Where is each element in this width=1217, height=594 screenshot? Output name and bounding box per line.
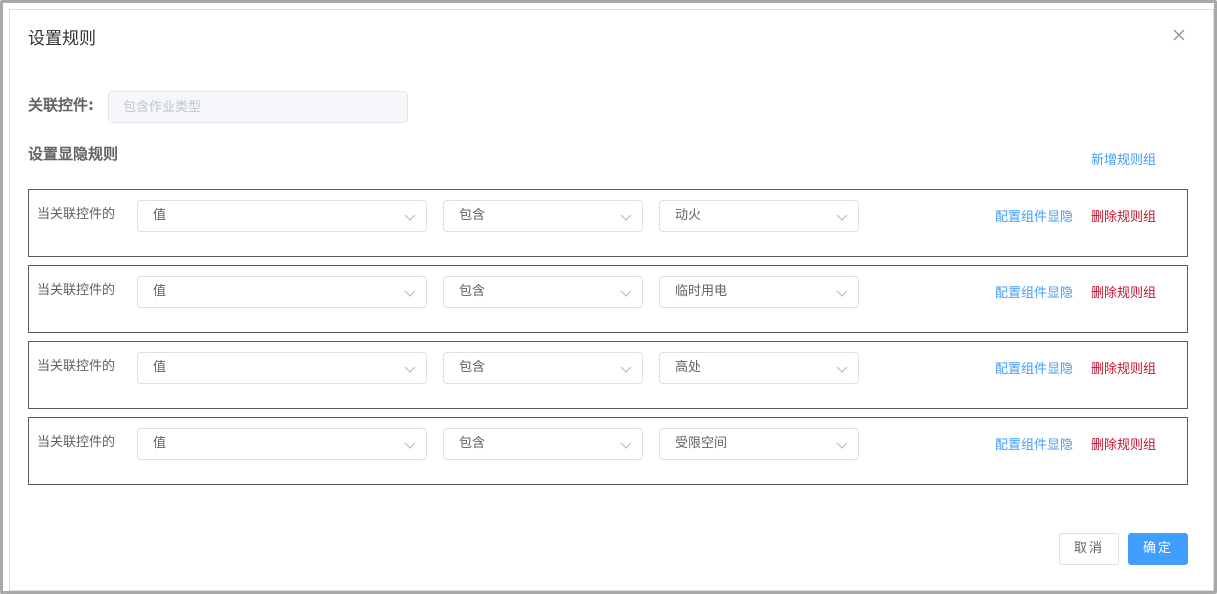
rule-group: 当关联控件的 值 包含 受限空间 配置组件显隐 删除规则组: [28, 417, 1188, 485]
rule-group: 当关联控件的 值 包含 动火 配置组件显隐 删除规则组: [28, 189, 1188, 257]
rules-heading: 设置显隐规则: [28, 145, 119, 163]
operator-select-value: 包含: [459, 360, 486, 375]
operator-select-value: 包含: [459, 284, 486, 299]
chevron-down-icon: [620, 214, 632, 221]
value-select-value: 高处: [675, 360, 702, 375]
delete-rule-group-link[interactable]: 删除规则组: [1091, 437, 1156, 455]
linked-control-label: 关联控件:: [28, 96, 94, 114]
value-select[interactable]: 受限空间: [659, 428, 859, 460]
operator-select-value: 包含: [459, 436, 486, 451]
config-visibility-link[interactable]: 配置组件显隐: [995, 285, 1073, 303]
cancel-button[interactable]: 取消: [1059, 533, 1119, 565]
chevron-down-icon: [836, 442, 848, 449]
operator-select[interactable]: 包含: [443, 276, 643, 308]
delete-rule-group-link[interactable]: 删除规则组: [1091, 361, 1156, 379]
value-select[interactable]: 动火: [659, 200, 859, 232]
dialog-title: 设置规则: [28, 29, 96, 49]
value-select-value: 临时用电: [675, 284, 728, 299]
chevron-down-icon: [404, 366, 416, 373]
operator-select[interactable]: 包含: [443, 428, 643, 460]
rule-prefix-label: 当关联控件的: [37, 283, 116, 298]
operator-select[interactable]: 包含: [443, 200, 643, 232]
field-select-value: 值: [153, 284, 167, 299]
rule-group: 当关联控件的 值 包含 临时用电 配置组件显隐 删除规则组: [28, 265, 1188, 333]
rule-prefix-label: 当关联控件的: [37, 435, 116, 450]
operator-select[interactable]: 包含: [443, 352, 643, 384]
chevron-down-icon: [836, 366, 848, 373]
chevron-down-icon: [404, 290, 416, 297]
value-select[interactable]: 高处: [659, 352, 859, 384]
field-select[interactable]: 值: [137, 200, 427, 232]
chevron-down-icon: [620, 442, 632, 449]
linked-control-input[interactable]: [108, 91, 408, 123]
rule-prefix-label: 当关联控件的: [37, 359, 116, 374]
chevron-down-icon: [404, 442, 416, 449]
chevron-down-icon: [836, 290, 848, 297]
field-select[interactable]: 值: [137, 276, 427, 308]
field-select[interactable]: 值: [137, 352, 427, 384]
value-select-value: 受限空间: [675, 436, 728, 451]
delete-rule-group-link[interactable]: 删除规则组: [1091, 285, 1156, 303]
add-rule-group-link[interactable]: 新增规则组: [1091, 151, 1156, 171]
field-select-value: 值: [153, 208, 167, 223]
rule-group: 当关联控件的 值 包含 高处 配置组件显隐 删除规则组: [28, 341, 1188, 409]
field-select-value: 值: [153, 360, 167, 375]
field-select-value: 值: [153, 436, 167, 451]
close-icon[interactable]: [1170, 26, 1188, 44]
value-select[interactable]: 临时用电: [659, 276, 859, 308]
delete-rule-group-link[interactable]: 删除规则组: [1091, 209, 1156, 227]
chevron-down-icon: [836, 214, 848, 221]
confirm-button[interactable]: 确定: [1128, 533, 1188, 565]
config-visibility-link[interactable]: 配置组件显隐: [995, 437, 1073, 455]
field-select[interactable]: 值: [137, 428, 427, 460]
config-visibility-link[interactable]: 配置组件显隐: [995, 209, 1073, 227]
chevron-down-icon: [404, 214, 416, 221]
rule-prefix-label: 当关联控件的: [37, 207, 116, 222]
chevron-down-icon: [620, 290, 632, 297]
config-visibility-link[interactable]: 配置组件显隐: [995, 361, 1073, 379]
value-select-value: 动火: [675, 208, 702, 223]
chevron-down-icon: [620, 366, 632, 373]
operator-select-value: 包含: [459, 208, 486, 223]
